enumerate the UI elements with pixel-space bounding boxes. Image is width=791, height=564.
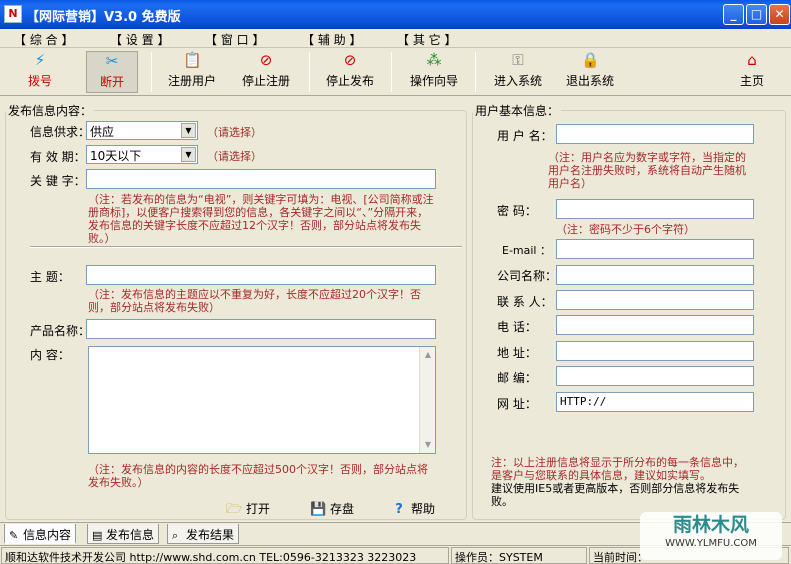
menu-bar: 【 综 合 】 【 设 置 】 【 窗 口 】 【 辅 助 】 【 其 它 】 (0, 29, 791, 48)
save-button[interactable]: 💾 存盘 (310, 500, 354, 518)
lock-icon: 🔒 (581, 51, 600, 69)
document-icon: ▤ (92, 529, 103, 542)
zip-input[interactable] (556, 366, 754, 386)
subject-input[interactable] (86, 265, 436, 285)
help-button[interactable]: ? 帮助 (391, 500, 435, 518)
content-label: 内 容： (30, 348, 70, 362)
stop-publish-button[interactable]: ⊘ 停止发布 (322, 51, 378, 93)
phone-label: 电 话： (497, 320, 537, 334)
home-button[interactable]: ⌂ 主页 (736, 51, 768, 93)
contact-label: 联 系 人： (497, 295, 553, 309)
company-label: 公司名称： (497, 269, 558, 283)
hangup-button[interactable]: ✂ 断开 (86, 51, 138, 93)
email-input[interactable] (556, 239, 754, 259)
menu-other[interactable]: 【 其 它 】 (397, 31, 456, 48)
password-note: （注：密码不少于6个字符） (556, 223, 695, 236)
help-icon: ? (395, 502, 403, 517)
toolbar: ⚡ 拨号 ✂ 断开 📋 注册用户 ⊘ 停止注册 ⊘ 停止发布 ⁂ 操作向导 ⚿ … (0, 48, 791, 96)
content-textarea[interactable]: ▲ ▼ (88, 346, 436, 454)
register-icon: 📋 (183, 51, 202, 69)
validity-hint: （请选择） (207, 150, 262, 163)
edit-icon: ✎ (9, 529, 19, 542)
scroll-up-icon[interactable]: ▲ (421, 348, 435, 362)
scroll-down-icon[interactable]: ▼ (421, 438, 435, 452)
title-bar: N 【网际营销】V3.0 免费版 _ □ ✕ (0, 0, 791, 29)
tab-publish-info[interactable]: ▤ 发布信息 (87, 524, 160, 544)
enter-system-button[interactable]: ⚿ 进入系统 (490, 51, 546, 93)
stop-icon: ⊘ (343, 51, 357, 69)
stop-register-button[interactable]: ⊘ 停止注册 (238, 51, 294, 93)
subject-label: 主 题： (30, 270, 70, 284)
keyword-label: 关 键 字： (30, 174, 86, 188)
phone-input[interactable] (556, 315, 754, 335)
zip-label: 邮 编： (497, 371, 537, 385)
website-input[interactable]: HTTP:// (556, 392, 754, 412)
keyword-input[interactable] (86, 169, 436, 189)
search-icon: ⌕ (172, 529, 179, 542)
menu-window[interactable]: 【 窗 口 】 (205, 31, 264, 48)
chevron-down-icon[interactable]: ▼ (181, 147, 196, 162)
website-label: 网 址： (497, 397, 537, 411)
validity-label: 有 效 期： (30, 150, 86, 164)
watermark: 雨林木风 WWW.YLMFU.COM (640, 512, 782, 560)
menu-general[interactable]: 【 综 合 】 (14, 31, 73, 48)
password-label: 密 码： (497, 204, 537, 218)
username-input[interactable] (556, 124, 754, 144)
close-button[interactable]: ✕ (769, 4, 790, 25)
home-icon: ⌂ (747, 51, 757, 69)
content-note: （注：发布信息的内容的长度不应超过500个汉字！否则，部分站点将发布失败。） (88, 463, 428, 489)
stop-icon: ⊘ (259, 51, 273, 69)
keyword-note: （注：若发布的信息为“电视”，则关键字可填为：电视、[公司简称或注册商标]，以便… (88, 193, 434, 245)
status-operator: 操作员：SYSTEM (451, 547, 587, 564)
info-type-hint: （请选择） (207, 126, 262, 139)
publish-legend: 发布信息内容： (8, 104, 93, 118)
window-title: 【网际营销】V3.0 免费版 (26, 10, 181, 25)
minimize-button[interactable]: _ (723, 4, 744, 25)
password-input[interactable] (556, 199, 754, 219)
scrollbar[interactable]: ▲ ▼ (419, 347, 435, 453)
wizard-icon: ⁂ (426, 51, 442, 69)
folder-icon: 🗁 (226, 502, 243, 517)
wizard-button[interactable]: ⁂ 操作向导 (406, 51, 462, 93)
menu-settings[interactable]: 【 设 置 】 (110, 31, 169, 48)
exit-system-button[interactable]: 🔒 退出系统 (562, 51, 618, 93)
contact-input[interactable] (556, 290, 754, 310)
address-label: 地 址： (497, 346, 537, 360)
validity-select[interactable]: 10天以下 ▼ (86, 145, 198, 164)
product-input[interactable] (86, 319, 436, 339)
username-label: 用 户 名： (497, 129, 553, 143)
info-type-label: 信息供求： (30, 125, 91, 139)
tab-publish-result[interactable]: ⌕ 发布结果 (167, 524, 240, 544)
tab-info-content[interactable]: ✎ 信息内容 (4, 524, 77, 544)
register-note: 注：以上注册信息将显示于所分布的每一条信息中，是客户与您联系的具体信息，建议如实… (491, 456, 744, 508)
key-icon: ⚿ (512, 51, 524, 69)
email-label: E-mail ： (502, 244, 551, 257)
divider (30, 246, 462, 248)
register-button[interactable]: 📋 注册用户 (166, 51, 218, 93)
app-icon: N (4, 5, 22, 23)
open-button[interactable]: 🗁 打开 (226, 500, 270, 518)
menu-tools[interactable]: 【 辅 助 】 (302, 31, 361, 48)
disk-icon: 💾 (310, 502, 327, 517)
hangup-icon: ✂ (105, 52, 119, 70)
username-note: （注：用户名应为数字或字符，当指定的用户名注册失败时，系统将自动产生随机用户名） (548, 151, 746, 190)
subject-note: （注：发布信息的主题应以不重复为好，长度不应超过20个汉字！否则，部分站点将发布… (88, 288, 421, 314)
dial-button[interactable]: ⚡ 拨号 (20, 51, 60, 93)
product-label: 产品名称： (30, 324, 91, 338)
maximize-button[interactable]: □ (746, 4, 767, 25)
address-input[interactable] (556, 341, 754, 361)
user-legend: 用户基本信息： (475, 104, 560, 118)
dial-icon: ⚡ (34, 51, 46, 69)
info-type-select[interactable]: 供应 ▼ (86, 121, 198, 140)
chevron-down-icon[interactable]: ▼ (181, 123, 196, 138)
status-company: 顺和达软件技术开发公司 http://www.shd.com.cn TEL:05… (1, 547, 449, 564)
company-input[interactable] (556, 265, 754, 285)
